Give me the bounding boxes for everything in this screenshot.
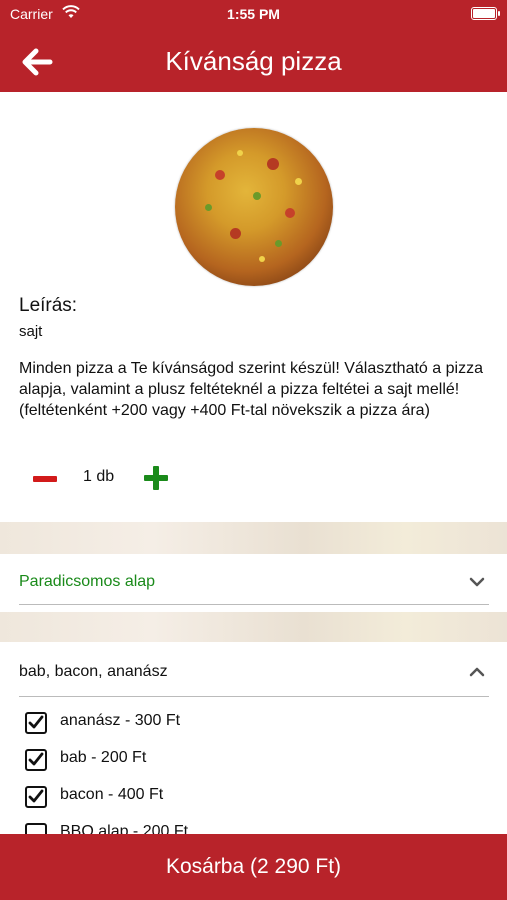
topping-label: bab - 200 Ft: [60, 749, 147, 766]
toppings-select-value: bab, bacon, ananász: [19, 663, 168, 680]
status-bar: Carrier 1:55 PM: [0, 0, 507, 28]
chevron-up-icon: [469, 667, 485, 677]
description-text: Minden pizza a Te kívánságod szerint kés…: [19, 360, 483, 419]
pizza-image: [175, 128, 333, 286]
description-label: Leírás:: [19, 295, 78, 316]
background-strip: [0, 522, 507, 554]
battery-icon: [471, 7, 500, 20]
top-bar: Carrier 1:55 PM Kívánság pizza: [0, 0, 507, 92]
topping-label: ananász - 300 Ft: [60, 712, 181, 729]
minus-icon[interactable]: [33, 476, 57, 482]
checkbox-checked-icon: [25, 749, 47, 771]
page-title: Kívánság pizza: [165, 46, 342, 76]
base-select[interactable]: Paradicsomos alap: [19, 554, 489, 605]
base-select-value: Paradicsomos alap: [19, 573, 156, 590]
chevron-down-icon: [469, 577, 485, 587]
plus-icon[interactable]: [144, 466, 168, 490]
topping-label: BBQ alap - 200 Ft: [60, 823, 189, 834]
checkbox-checked-icon: [25, 712, 47, 734]
checkbox-unchecked-icon: [25, 823, 47, 834]
add-to-cart-button[interactable]: Kosárba (2 290 Ft): [0, 834, 507, 900]
ingredients-text: sajt: [19, 323, 43, 340]
quantity-value: 1 db: [83, 468, 115, 485]
checkbox-checked-icon: [25, 786, 47, 808]
product-detail: Leírás: sajt Minden pizza a Te kívánságo…: [0, 92, 507, 834]
background-strip: [0, 612, 507, 642]
toppings-select[interactable]: bab, bacon, ananász: [19, 642, 489, 697]
topping-label: bacon - 400 Ft: [60, 786, 164, 803]
status-time: 1:55 PM: [227, 6, 280, 22]
